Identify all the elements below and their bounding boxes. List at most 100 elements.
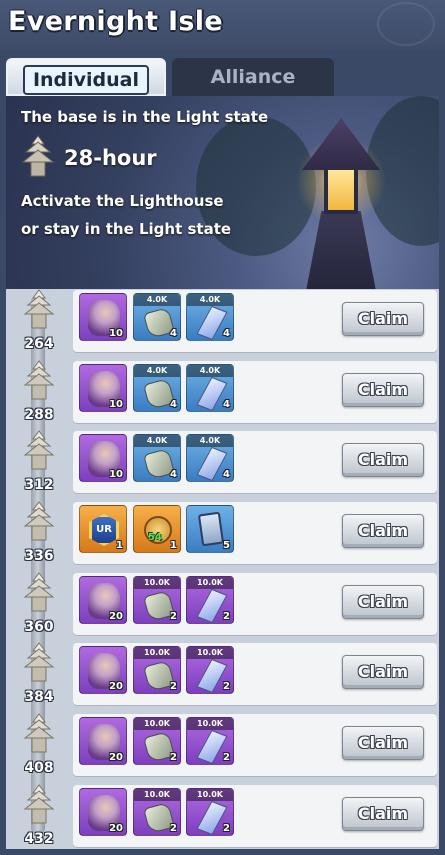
reward-item[interactable]: 4.0K 4	[133, 434, 181, 482]
reward-item[interactable]: 4.0K 4	[133, 364, 181, 412]
milestone-value: 264	[24, 336, 54, 352]
hours-remaining: 28-hour	[64, 146, 157, 170]
claim-button[interactable]: Claim	[342, 514, 424, 548]
claim-button[interactable]: Claim	[342, 797, 424, 831]
claim-button[interactable]: Claim	[342, 655, 424, 689]
claim-button[interactable]: Claim	[342, 373, 424, 407]
milestone-value: 432	[24, 831, 54, 847]
reward-item[interactable]: 20	[79, 576, 127, 624]
reward-item[interactable]: 20	[79, 788, 127, 836]
reward-item[interactable]: 4.0K 4	[186, 364, 234, 412]
pagoda-icon	[23, 430, 55, 470]
milestone-value: 312	[24, 477, 54, 493]
item-amount: 10.0K	[187, 647, 233, 659]
reward-item[interactable]: 5	[186, 505, 234, 553]
item-quantity: 4	[223, 399, 230, 410]
claim-button[interactable]: Claim	[342, 302, 424, 336]
item-amount: 10.0K	[134, 577, 180, 589]
reward-row: 20 10.0K 2 10.0K 2 Claim	[73, 785, 437, 847]
reward-item[interactable]: 10.0K 2	[186, 576, 234, 624]
item-amount: 4.0K	[187, 365, 233, 377]
item-amount: 4.0K	[134, 435, 180, 447]
reward-item[interactable]: 10	[79, 364, 127, 412]
item-amount: 4.0K	[134, 294, 180, 306]
item-quantity: 4	[170, 328, 177, 339]
reward-row: 10 4.0K 4 4.0K 4 Claim	[73, 361, 437, 423]
lighthouse-lamp	[324, 166, 358, 214]
milestone-value: 288	[24, 407, 54, 423]
item-quantity: 2	[170, 823, 177, 834]
item-amount: 4.0K	[134, 365, 180, 377]
reward-item[interactable]: 10.0K 2	[133, 717, 181, 765]
activate-text: Activate the Lighthouse	[21, 192, 224, 210]
milestone-marker: 408	[19, 712, 59, 778]
reward-item[interactable]: 10.0K 2	[133, 646, 181, 694]
pagoda-icon	[23, 501, 55, 541]
item-quantity: 10	[109, 328, 123, 339]
milestone-marker: 264	[19, 288, 59, 354]
milestone-value: 408	[24, 760, 54, 776]
reward-item[interactable]: UR 1	[79, 505, 127, 553]
reward-row: 20 10.0K 2 10.0K 2 Claim	[73, 714, 437, 776]
reward-item[interactable]: 10.0K 2	[186, 646, 234, 694]
milestone-marker: 432	[19, 783, 59, 849]
pagoda-icon	[23, 784, 55, 824]
item-quantity: 20	[109, 823, 123, 834]
item-amount: 10.0K	[134, 647, 180, 659]
page-title: Evernight Isle	[8, 6, 223, 37]
reward-item[interactable]: 10	[79, 293, 127, 341]
milestone-marker: 384	[19, 641, 59, 707]
item-quantity: 20	[109, 752, 123, 763]
item-amount: 10.0K	[134, 789, 180, 801]
light-state-text: or stay in the Light state	[21, 220, 232, 238]
milestone-value: 384	[24, 689, 54, 705]
item-quantity: 2	[223, 681, 230, 692]
reward-item[interactable]: 4.0K 4	[186, 293, 234, 341]
reward-row: UR 1 54 1 5 Claim	[73, 502, 437, 564]
tab-individual-label: Individual	[22, 65, 150, 95]
item-amount: 10.0K	[134, 718, 180, 730]
tab-alliance[interactable]: Alliance	[172, 58, 334, 96]
milestone-value: 336	[24, 548, 54, 564]
reward-item[interactable]: 20	[79, 717, 127, 765]
milestone-marker: 312	[19, 429, 59, 495]
claim-button[interactable]: Claim	[342, 443, 424, 477]
item-quantity: 4	[170, 469, 177, 480]
lighthouse-banner: The base is in the Light state 28-hour A…	[6, 96, 439, 289]
item-quantity: 20	[109, 611, 123, 622]
item-quantity: 20	[109, 681, 123, 692]
item-amount: 10.0K	[187, 577, 233, 589]
item-quantity: 4	[223, 328, 230, 339]
pagoda-icon	[23, 642, 55, 682]
milestone-value: 360	[24, 619, 54, 635]
reward-item[interactable]: 10.0K 2	[133, 788, 181, 836]
tab-alliance-label: Alliance	[210, 66, 296, 88]
lighthouse-tower	[306, 211, 376, 289]
pagoda-icon	[23, 360, 55, 400]
reward-item[interactable]: 10.0K 2	[133, 576, 181, 624]
item-amount: 10.0K	[187, 718, 233, 730]
reward-item[interactable]: 10.0K 2	[186, 788, 234, 836]
reward-item[interactable]: 54 1	[133, 505, 181, 553]
title-bar: Evernight Isle	[0, 0, 445, 50]
item-amount: 4.0K	[187, 435, 233, 447]
reward-item[interactable]: 10	[79, 434, 127, 482]
item-quantity: 2	[170, 611, 177, 622]
reward-row: 10 4.0K 4 4.0K 4 Claim	[73, 431, 437, 493]
reward-item[interactable]: 10.0K 2	[186, 717, 234, 765]
claim-button[interactable]: Claim	[342, 585, 424, 619]
reward-item[interactable]: 20	[79, 646, 127, 694]
tab-individual[interactable]: Individual	[6, 58, 166, 96]
claim-button[interactable]: Claim	[342, 726, 424, 760]
item-quantity: 2	[223, 823, 230, 834]
reward-item[interactable]: 4.0K 4	[133, 293, 181, 341]
reward-item[interactable]: 4.0K 4	[186, 434, 234, 482]
item-quantity: 5	[223, 540, 230, 551]
pagoda-icon	[23, 572, 55, 612]
item-quantity: 2	[223, 752, 230, 763]
item-quantity: 4	[223, 469, 230, 480]
emblem-icon	[377, 2, 435, 46]
item-quantity: 1	[116, 540, 123, 551]
item-quantity: 4	[170, 399, 177, 410]
reward-row: 20 10.0K 2 10.0K 2 Claim	[73, 643, 437, 705]
